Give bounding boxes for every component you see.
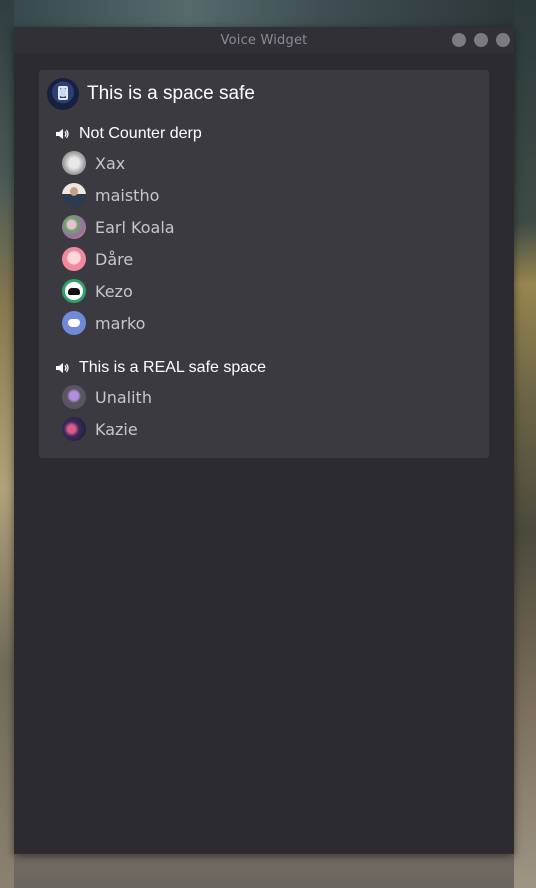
voice-panel: This is a space safe Not Counter derp Xa… [39,70,489,458]
avatar [62,385,86,409]
username: maistho [95,185,160,205]
username: Kezo [95,281,133,301]
username: Dåre [95,249,134,269]
desktop-wallpaper-top [0,0,536,28]
username: Unalith [95,387,152,407]
voice-widget-window: Voice Widget This is a space safe Not Co… [14,27,514,854]
voice-user[interactable]: maistho [62,182,159,208]
server-header: This is a space safe [47,77,255,111]
username: Xax [95,153,126,173]
voice-user[interactable]: Kazie [62,416,138,442]
speaker-icon [56,363,69,373]
avatar [62,417,86,441]
avatar [62,215,86,239]
voice-user-speaking[interactable]: Kezo [62,278,133,304]
voice-user[interactable]: Dåre [62,246,133,272]
voice-channel-1[interactable]: This is a REAL safe space [55,359,266,377]
voice-user[interactable]: Earl Koala [62,214,175,240]
desktop-wallpaper-right [514,0,536,888]
voice-user[interactable]: Xax [62,150,125,176]
desktop-wallpaper-left [0,0,14,888]
close-button[interactable] [496,33,510,47]
voice-user[interactable]: marko [62,310,145,336]
maximize-button[interactable] [474,33,488,47]
voice-user[interactable]: Unalith [62,384,152,410]
voice-channel-0[interactable]: Not Counter derp [55,125,202,143]
channel-name: Not Counter derp [79,125,202,142]
username: Kazie [95,419,138,439]
discord-logo-icon [62,311,86,335]
username: marko [95,313,146,333]
avatar [62,151,86,175]
avatar [62,247,86,271]
minimize-button[interactable] [452,33,466,47]
window-controls [452,33,510,47]
window-title: Voice Widget [220,32,308,48]
username: Earl Koala [95,217,175,237]
window-titlebar[interactable]: Voice Widget [14,27,514,53]
server-icon [47,78,79,110]
server-name: This is a space safe [87,83,255,104]
avatar-speaking [62,279,86,303]
speaker-icon [56,129,69,139]
avatar [62,183,86,207]
channel-name: This is a REAL safe space [79,359,267,376]
